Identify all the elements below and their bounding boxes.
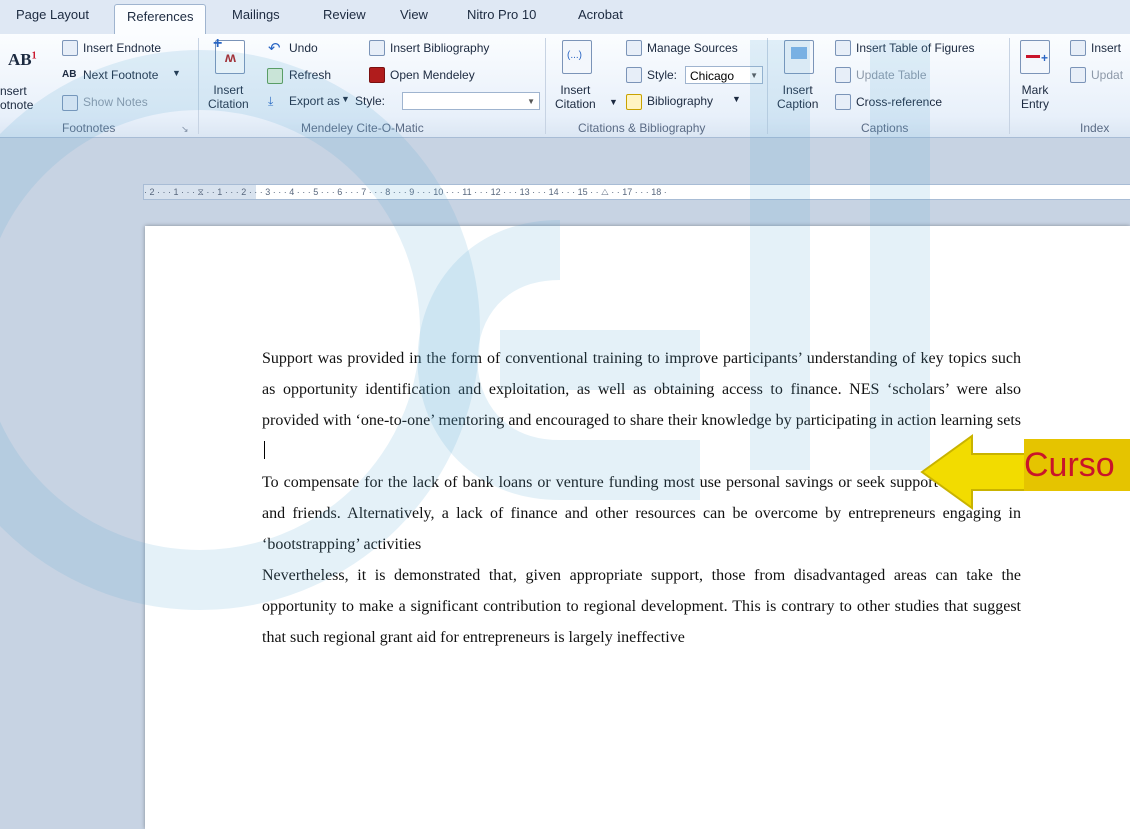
refresh-icon bbox=[267, 68, 283, 84]
mendeley-style-label: Style: bbox=[355, 94, 386, 108]
update-index-icon bbox=[1070, 67, 1086, 83]
ribbon: AB1 nsert otnote Insert Endnote AB Next … bbox=[0, 34, 1130, 138]
manage-sources-button[interactable]: Manage Sources bbox=[647, 41, 738, 55]
arrow-left-icon bbox=[920, 434, 1030, 510]
citation-style-select[interactable]: Chicago ▼ bbox=[685, 66, 763, 84]
insert-table-of-figures-button[interactable]: Insert Table of Figures bbox=[856, 41, 975, 55]
table-of-figures-icon bbox=[835, 40, 851, 56]
horizontal-ruler[interactable]: · 2 · · · 1 · · · ⧖ · · 1 · · · 2 · · · … bbox=[143, 184, 1130, 200]
cross-reference-button[interactable]: Cross-reference bbox=[856, 95, 942, 109]
undo-icon: ↶ bbox=[268, 40, 281, 57]
citation-style-dropdown-icon: ▼ bbox=[750, 71, 758, 80]
mark-entry-icon[interactable]: + bbox=[1020, 40, 1050, 74]
mark-entry-button[interactable]: Mark Entry bbox=[1021, 83, 1049, 111]
footnotes-group-label: Footnotes bbox=[62, 121, 116, 135]
bibliography-icon bbox=[626, 94, 642, 110]
citation-style-icon bbox=[626, 67, 642, 83]
footnotes-dialog-launcher-icon[interactable]: ↘ bbox=[181, 124, 189, 135]
bibliography-button[interactable]: Bibliography bbox=[647, 94, 713, 108]
next-footnote-button[interactable]: Next Footnote bbox=[83, 68, 158, 82]
tab-references[interactable]: References bbox=[114, 4, 207, 35]
document-paragraph-2[interactable]: To compensate for the lack of bank loans… bbox=[262, 467, 1021, 560]
tab-review[interactable]: Review bbox=[323, 7, 366, 22]
cross-reference-icon bbox=[835, 94, 851, 110]
open-mendeley-button[interactable]: Open Mendeley bbox=[390, 68, 475, 82]
ruler-scale: · 2 · · · 1 · · · ⧖ · · 1 · · · 2 · · · … bbox=[144, 187, 667, 197]
mendeley-insert-citation-icon[interactable]: ʍ + bbox=[213, 35, 245, 74]
insert-footnote-button[interactable]: nsert otnote bbox=[0, 84, 33, 112]
ribbon-tab-row: Page Layout References Mailings Review V… bbox=[0, 0, 1130, 35]
mendeley-insert-bibliography-button[interactable]: Insert Bibliography bbox=[390, 41, 489, 55]
bibliography-dropdown-icon[interactable]: ▼ bbox=[732, 94, 741, 104]
tab-page-layout[interactable]: Page Layout bbox=[16, 7, 89, 22]
update-table-button[interactable]: Update Table bbox=[856, 68, 927, 82]
insert-citation-button[interactable]: Insert Citation bbox=[555, 83, 596, 111]
export-dropdown-icon[interactable]: ▼ bbox=[341, 94, 350, 104]
mendeley-undo-button[interactable]: Undo bbox=[289, 41, 318, 55]
document-page[interactable]: Support was provided in the form of conv… bbox=[145, 226, 1130, 829]
index-group-label: Index bbox=[1080, 121, 1110, 135]
update-table-icon bbox=[835, 67, 851, 83]
captions-group-label: Captions bbox=[861, 121, 909, 135]
citation-style-label: Style: bbox=[647, 68, 678, 82]
insert-endnote-icon bbox=[62, 40, 78, 56]
citation-style-value: Chicago bbox=[690, 69, 735, 83]
mendeley-insert-citation-button[interactable]: Insert Citation bbox=[208, 83, 249, 111]
show-notes-icon bbox=[62, 95, 78, 111]
ribbon-separator bbox=[545, 38, 546, 134]
update-index-button[interactable]: Updat bbox=[1091, 68, 1123, 82]
ribbon-separator bbox=[767, 38, 768, 134]
insert-caption-button[interactable]: Insert Caption bbox=[777, 83, 818, 111]
annotation-label: Curso bbox=[1024, 439, 1130, 491]
mendeley-style-dropdown-icon: ▼ bbox=[527, 97, 535, 106]
mendeley-style-select[interactable]: ▼ bbox=[402, 92, 540, 110]
tab-acrobat[interactable]: Acrobat bbox=[578, 7, 623, 22]
insert-citation-dropdown-icon[interactable]: ▼ bbox=[609, 97, 618, 107]
paragraph-1-text: Support was provided in the form of conv… bbox=[262, 350, 1021, 429]
insert-index-icon bbox=[1070, 40, 1086, 56]
next-footnote-dropdown-icon[interactable]: ▼ bbox=[172, 68, 181, 78]
text-cursor bbox=[264, 441, 265, 459]
manage-sources-icon bbox=[626, 40, 642, 56]
citations-group-label: Citations & Bibliography bbox=[578, 121, 706, 135]
next-footnote-icon: AB bbox=[62, 69, 77, 80]
mendeley-refresh-button[interactable]: Refresh bbox=[289, 68, 331, 82]
ribbon-separator bbox=[1009, 38, 1010, 134]
insert-index-button[interactable]: Insert bbox=[1091, 41, 1121, 55]
mendeley-logo-icon bbox=[369, 67, 385, 83]
tab-view[interactable]: View bbox=[400, 7, 428, 22]
insert-citation-icon[interactable]: (...) bbox=[562, 40, 592, 74]
tab-nitro-pro[interactable]: Nitro Pro 10 bbox=[467, 7, 536, 22]
tab-mailings[interactable]: Mailings bbox=[232, 7, 280, 22]
insert-endnote-button[interactable]: Insert Endnote bbox=[83, 41, 161, 55]
document-paragraph-3[interactable]: Nevertheless, it is demonstrated that, g… bbox=[262, 560, 1021, 653]
ribbon-separator bbox=[198, 38, 199, 134]
document-paragraph-1[interactable]: Support was provided in the form of conv… bbox=[262, 343, 1021, 467]
insert-caption-icon[interactable] bbox=[784, 40, 814, 74]
mendeley-group-label: Mendeley Cite-O-Matic bbox=[301, 121, 424, 135]
mendeley-export-button[interactable]: Export as bbox=[289, 94, 340, 108]
insert-footnote-icon[interactable]: AB1 bbox=[8, 50, 37, 70]
insert-bibliography-icon bbox=[369, 40, 385, 56]
show-notes-button[interactable]: Show Notes bbox=[83, 95, 148, 109]
export-icon: ⤓ bbox=[268, 94, 274, 108]
